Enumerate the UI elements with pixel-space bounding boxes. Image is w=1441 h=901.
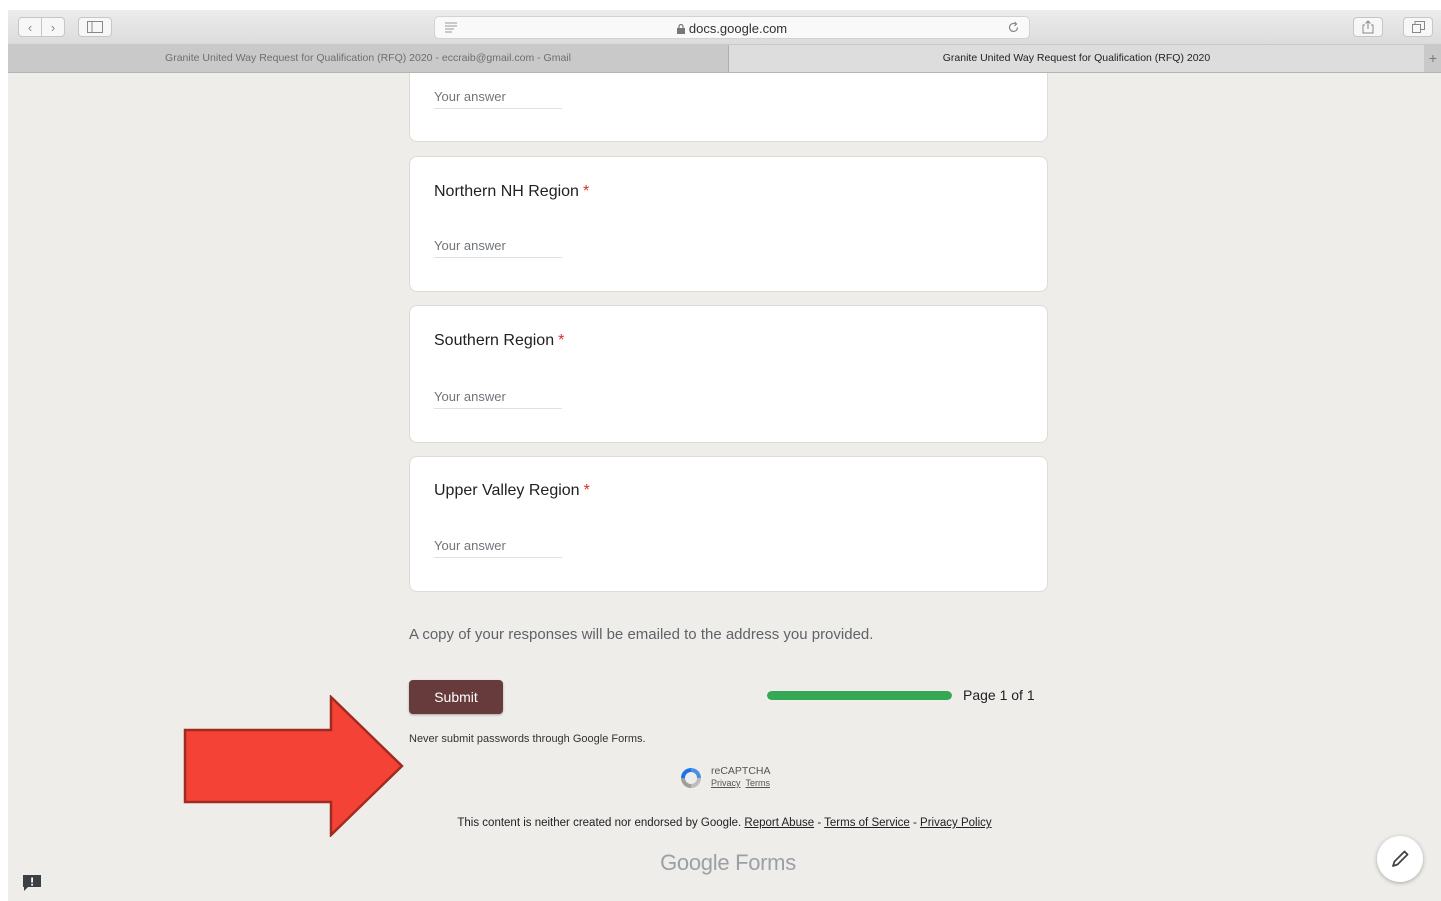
- required-asterisk: *: [583, 482, 590, 499]
- question-title: Upper Valley Region *: [434, 482, 590, 499]
- sidebar-toggle-button[interactable]: [78, 17, 112, 37]
- sidebar-icon: [87, 21, 103, 33]
- google-forms-logo[interactable]: Google Forms: [8, 850, 1441, 876]
- question-card-northern-nh: Northern NH Region * Your answer: [409, 156, 1048, 292]
- lock-icon: [676, 24, 685, 34]
- required-asterisk: *: [582, 183, 590, 200]
- form-page: Your answer Northern NH Region * Your ans…: [8, 73, 1441, 901]
- address-bar[interactable]: docs.google.com: [434, 16, 1030, 39]
- question-card-upper-valley: Upper Valley Region * Your answer: [409, 456, 1048, 592]
- question-card: Your answer: [409, 73, 1048, 142]
- tab-gmail[interactable]: Granite United Way Request for Qualifica…: [8, 45, 729, 72]
- tabs-overview-icon: [1411, 21, 1425, 33]
- pencil-icon: [1392, 850, 1409, 867]
- question-title: Northern NH Region *: [434, 183, 590, 200]
- recaptcha-icon: [681, 768, 701, 788]
- share-button[interactable]: [1353, 17, 1383, 37]
- share-icon: [1362, 20, 1374, 34]
- privacy-policy-link[interactable]: Privacy Policy: [920, 817, 992, 829]
- disclaimer-text: This content is neither created nor endo…: [457, 817, 742, 829]
- recaptcha-badge: reCAPTCHA Privacy Terms: [678, 763, 798, 795]
- tab-form-active[interactable]: Granite United Way Request for Qualifica…: [729, 45, 1424, 72]
- show-tabs-button[interactable]: [1403, 17, 1433, 37]
- page-indicator: Page 1 of 1: [963, 687, 1035, 703]
- feedback-icon[interactable]: [22, 874, 42, 892]
- submit-button[interactable]: Submit: [409, 680, 503, 714]
- forward-button[interactable]: ›: [41, 17, 65, 37]
- answer-input[interactable]: Your answer: [434, 89, 562, 109]
- separator: -: [913, 817, 917, 829]
- tab-bar: Granite United Way Request for Qualifica…: [8, 45, 1441, 73]
- terms-of-service-link[interactable]: Terms of Service: [824, 817, 910, 829]
- progress-bar: [767, 691, 952, 700]
- edit-button[interactable]: [1377, 836, 1423, 882]
- browser-toolbar: ‹ › docs.google.com: [8, 10, 1441, 45]
- password-warning: Never submit passwords through Google Fo…: [409, 733, 646, 745]
- separator: -: [817, 817, 822, 829]
- report-abuse-link[interactable]: Report Abuse: [744, 817, 814, 829]
- answer-input-northern-nh[interactable]: Your answer: [434, 238, 562, 258]
- reload-icon[interactable]: [1007, 21, 1020, 34]
- question-card-southern: Southern Region * Your answer: [409, 305, 1048, 443]
- progress-fill: [767, 691, 952, 700]
- answer-input-southern[interactable]: Your answer: [434, 389, 562, 409]
- annotation-arrow: [183, 695, 404, 837]
- recaptcha-terms-link[interactable]: Terms: [746, 778, 771, 788]
- answer-input-upper-valley[interactable]: Your answer: [434, 538, 562, 558]
- back-button[interactable]: ‹: [18, 17, 42, 37]
- new-tab-button[interactable]: +: [1425, 45, 1441, 72]
- reader-icon[interactable]: [444, 20, 458, 34]
- question-title: Southern Region *: [434, 332, 565, 349]
- confirmation-text: A copy of your responses will be emailed…: [409, 626, 874, 643]
- recaptcha-privacy-link[interactable]: Privacy: [711, 778, 741, 788]
- url-text: docs.google.com: [688, 21, 788, 36]
- recaptcha-label: reCAPTCHA: [711, 765, 771, 777]
- required-asterisk: *: [558, 332, 565, 349]
